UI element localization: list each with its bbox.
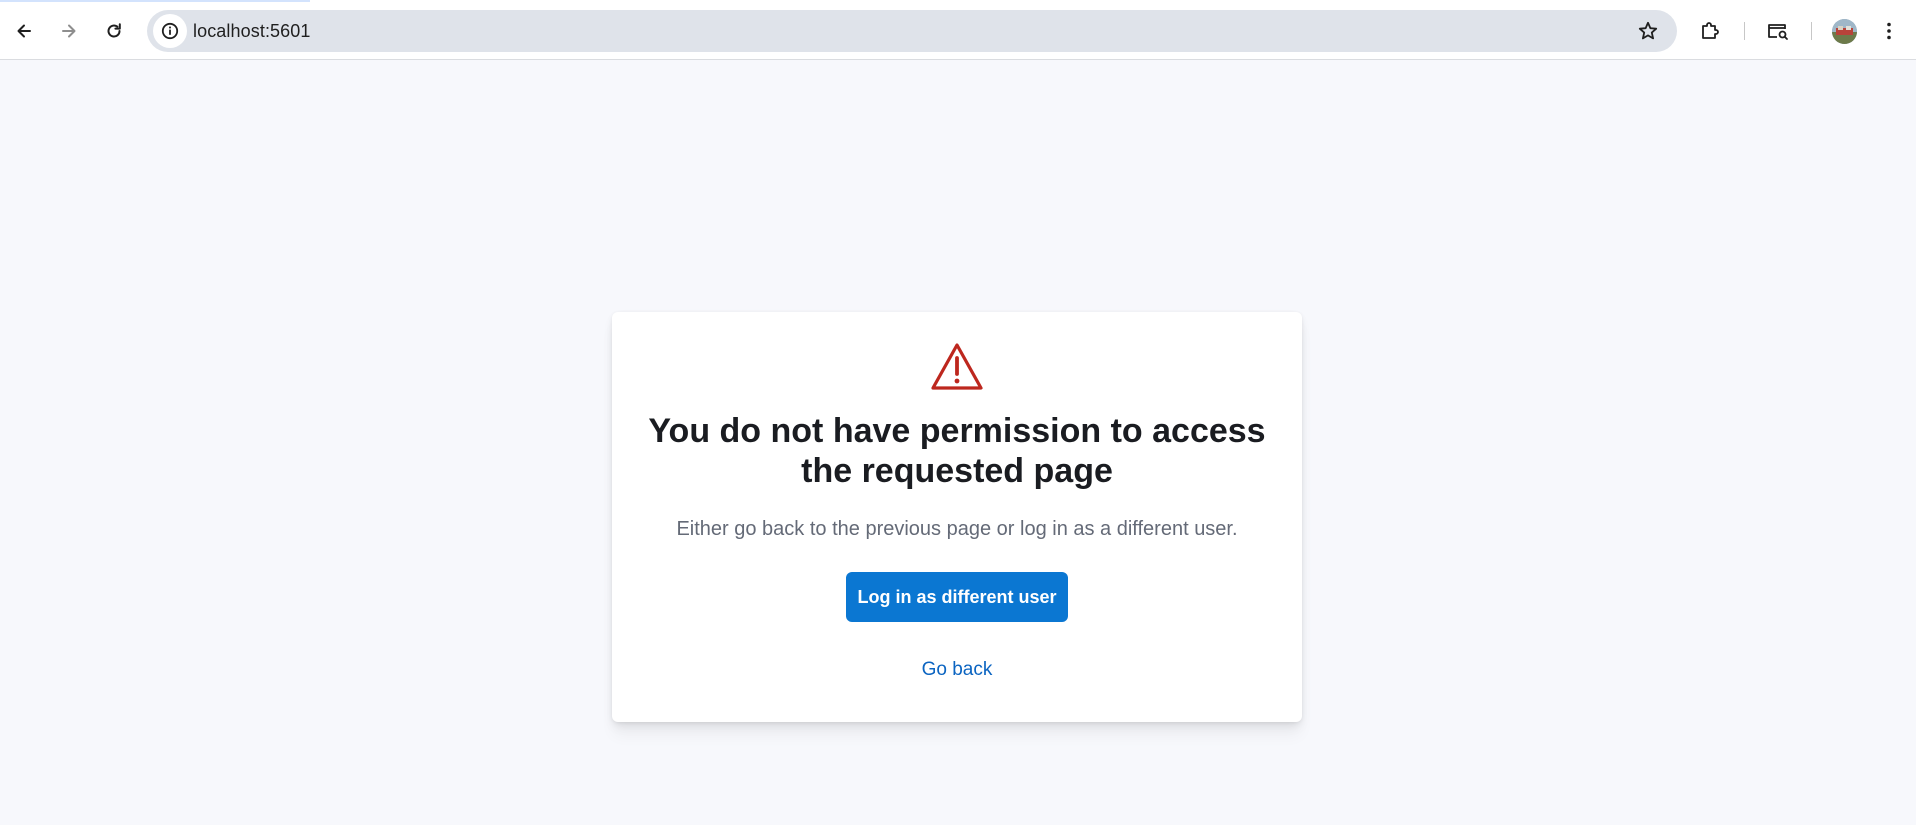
reload-button[interactable] [96,13,132,49]
warning-triangle-icon [931,343,983,390]
log-in-as-different-user-button[interactable]: Log in as different user [846,572,1068,622]
url-text[interactable]: localhost:5601 [193,21,311,42]
kebab-menu-icon [1887,22,1891,40]
toolbar-divider [1744,22,1745,40]
back-button[interactable] [6,13,42,49]
go-back-link[interactable]: Go back [872,652,1042,688]
back-arrow-icon [17,24,31,38]
puzzle-icon [1702,22,1719,39]
browser-menu-button[interactable] [1871,13,1907,49]
page-title: You do not have permission to access the… [648,412,1266,490]
toolbar-divider [1811,22,1812,40]
tab-search-button[interactable] [1760,13,1796,49]
loading-progress-bar [0,0,310,2]
avatar[interactable] [1832,19,1857,44]
access-denied-card: You do not have permission to access the… [612,312,1302,722]
bookmark-button[interactable] [1631,14,1665,48]
info-icon [161,22,179,40]
tab-search-icon [1768,24,1788,40]
site-info-button[interactable] [153,14,187,48]
star-icon [1638,21,1658,40]
description-text: Either go back to the previous page or l… [676,518,1238,540]
address-bar[interactable]: localhost:5601 [147,10,1677,52]
reload-icon [107,23,121,38]
forward-arrow-icon [62,24,76,38]
profile-picture [1832,19,1857,44]
browser-toolbar: localhost:5601 [0,0,1916,60]
forward-button[interactable] [51,13,87,49]
extensions-button[interactable] [1692,13,1728,49]
